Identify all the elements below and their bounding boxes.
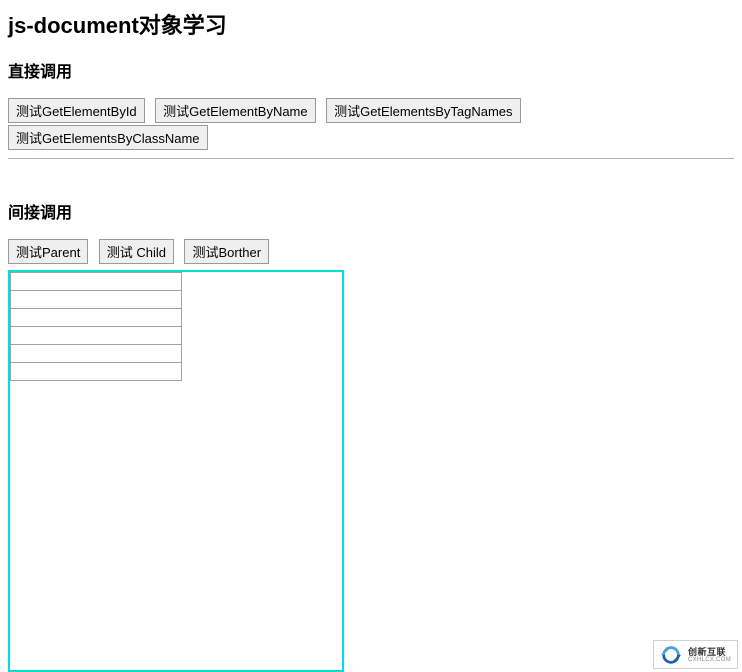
table-cell	[11, 273, 182, 291]
test-getelementsbyclassname-button[interactable]: 测试GetElementsByClassName	[8, 125, 208, 150]
table-cell	[11, 291, 182, 309]
test-child-button[interactable]: 测试 Child	[99, 239, 174, 264]
watermark-url: CXHLCX.COM	[688, 657, 731, 664]
page-title: js-document对象学习	[8, 8, 734, 40]
test-getelementbyname-button[interactable]: 测试GetElementByName	[155, 98, 316, 123]
table-cell	[11, 309, 182, 327]
test-parent-button[interactable]: 测试Parent	[8, 239, 88, 264]
table-row	[11, 273, 182, 291]
table-cell	[11, 345, 182, 363]
table-row	[11, 327, 182, 345]
section-indirect-heading: 间接调用	[8, 199, 734, 223]
watermark-brand: 创新互联	[688, 647, 731, 657]
watermark-text: 创新互联 CXHLCX.COM	[688, 647, 731, 664]
spacer	[8, 159, 734, 199]
indirect-button-row: 测试Parent 测试 Child 测试Borther	[8, 239, 734, 266]
test-getelementbyid-button[interactable]: 测试GetElementById	[8, 98, 145, 123]
table-row	[11, 363, 182, 381]
table-row	[11, 309, 182, 327]
direct-button-row: 测试GetElementById 测试GetElementByName 测试Ge…	[8, 98, 734, 152]
test-getelementsbytagnames-button[interactable]: 测试GetElementsByTagNames	[326, 98, 520, 123]
table-cell	[11, 363, 182, 381]
test-borther-button[interactable]: 测试Borther	[184, 239, 269, 264]
table-cell	[11, 327, 182, 345]
watermark-icon	[660, 644, 682, 666]
section-direct-heading: 直接调用	[8, 58, 734, 82]
table-row	[11, 345, 182, 363]
watermark-badge: 创新互联 CXHLCX.COM	[653, 640, 738, 669]
data-table	[10, 272, 182, 381]
table-row	[11, 291, 182, 309]
content-container	[8, 270, 344, 672]
